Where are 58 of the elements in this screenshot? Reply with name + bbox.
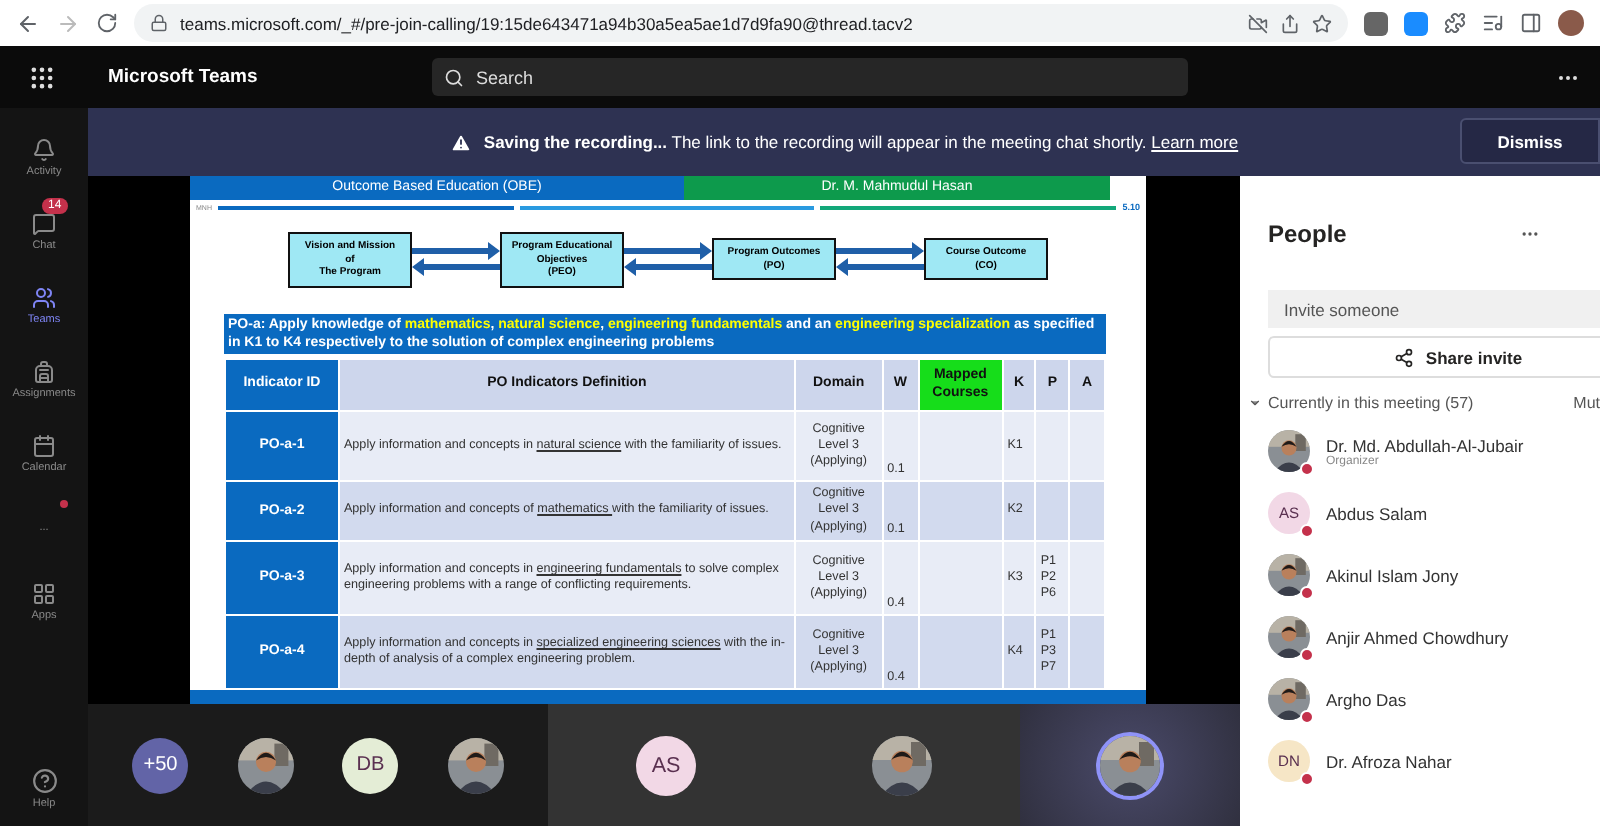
reload-icon[interactable] — [96, 12, 118, 34]
panel-title: People — [1268, 219, 1347, 247]
participant-name: Abdus Salam — [1326, 503, 1428, 523]
participant-row[interactable]: Akinul Islam Jony — [1268, 544, 1600, 606]
calendar-icon — [32, 433, 56, 457]
invite-field[interactable]: Invite someone — [1268, 290, 1600, 328]
side-panel-icon[interactable] — [1520, 12, 1542, 34]
lock-icon — [150, 14, 168, 32]
media-icon[interactable] — [1482, 12, 1504, 34]
video-off-icon[interactable] — [1248, 13, 1268, 33]
share-icon — [1393, 347, 1414, 367]
search-icon — [444, 67, 464, 87]
address-bar[interactable]: teams.microsoft.com/_#/pre-join-calling/19:15de643471a94b30a5ea5ae1d7d9fa90@thread.tacv2 — [134, 4, 1348, 42]
presence-dot — [1300, 462, 1314, 476]
bell-icon — [32, 137, 56, 161]
app-title: Microsoft Teams — [108, 66, 260, 88]
participant-name: Anjir Ahmed Chowdhury — [1326, 627, 1509, 647]
arrows-drawing — [624, 239, 712, 280]
participant-name: Akinul Islam Jony — [1326, 565, 1459, 585]
participant-name: Dr. Afroza Nahar — [1326, 751, 1452, 771]
url-text: teams.microsoft.com/_#/pre-join-calling/19:15de643471a94b30a5ea5ae1d7d9fa90@thread.tacv2 — [180, 13, 915, 33]
star-icon[interactable] — [1312, 13, 1332, 33]
search-field[interactable]: Search — [432, 58, 1188, 96]
presence-dot — [1300, 772, 1314, 786]
avatar: DB — [342, 737, 399, 793]
chat-icon — [32, 211, 56, 235]
presence-dot — [1300, 586, 1314, 600]
extension-icon[interactable] — [1364, 11, 1388, 35]
participant-row[interactable]: Argho Das — [1268, 668, 1600, 730]
banner-message: Saving the recording... The link to the recording will appear in the meeting chat shortly. Learn more — [483, 132, 1239, 152]
share-icon[interactable] — [1280, 13, 1300, 33]
overflow-count[interactable]: +50 — [132, 737, 189, 793]
arrows-drawing — [412, 239, 500, 280]
help-icon — [31, 768, 57, 794]
participant-name: Argho Das — [1326, 689, 1407, 709]
search-placeholder: Search — [476, 67, 534, 87]
puzzle-icon[interactable] — [1444, 12, 1466, 34]
apps-icon — [32, 581, 56, 605]
app-launcher-icon[interactable] — [28, 63, 56, 91]
learn-more-link[interactable]: Learn more — [1151, 132, 1239, 152]
backpack-icon — [32, 359, 56, 383]
participant-row[interactable]: Anjir Ahmed Chowdhury — [1268, 606, 1600, 668]
people-icon — [32, 285, 56, 309]
extension-icon[interactable] — [1404, 11, 1428, 35]
presence-dot — [1300, 710, 1314, 724]
participant-name: Dr. Md. Abdullah-Al-Jubair — [1326, 435, 1524, 455]
column-label: Mut — [1573, 394, 1600, 412]
avatar: AS — [636, 735, 697, 795]
share-invite-button[interactable]: Share invite — [1268, 336, 1600, 378]
profile-avatar[interactable] — [1558, 10, 1584, 36]
section-toggle[interactable]: Currently in this meeting (57) — [1248, 394, 1474, 412]
arrows-drawing — [836, 239, 924, 280]
presence-dot — [1300, 648, 1314, 662]
presence-dot — [1300, 524, 1314, 538]
chevron-icon — [1248, 396, 1262, 410]
dismiss-button[interactable]: Dismiss — [1460, 118, 1600, 164]
back-icon[interactable] — [16, 11, 40, 35]
warning-icon — [449, 131, 472, 153]
